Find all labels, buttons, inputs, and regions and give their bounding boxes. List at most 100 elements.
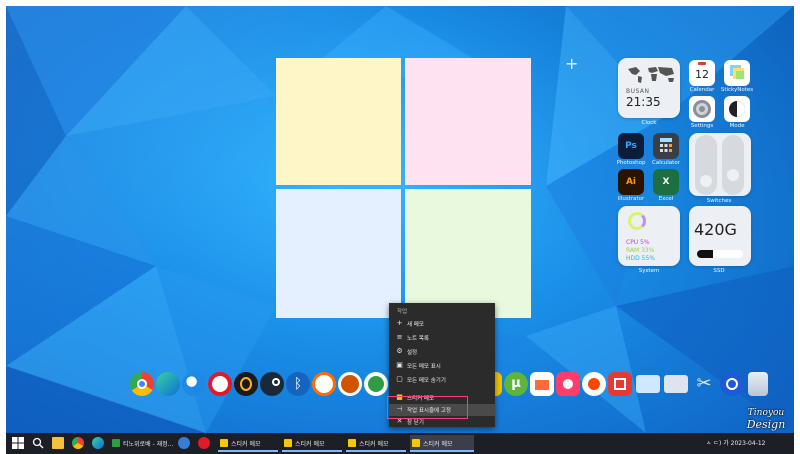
menu-item-label: 노트 목록 [407,336,429,342]
crop-app-icon[interactable] [608,372,632,396]
active-indicator [282,450,342,452]
ssd-usage-bar [697,250,743,258]
menu-item-note-list[interactable]: ≡ 노트 목록 [389,332,495,344]
hdd-usage: HDD 55% [626,255,655,262]
chrome-taskbar-icon[interactable] [72,437,84,449]
taskbar-item-label: 스티커 메모 [231,441,261,448]
whale-icon[interactable] [234,372,258,396]
taskbar-item-sticky-2[interactable]: 스티커 메모 [282,435,342,452]
calculator-icon [660,138,672,152]
search-icon[interactable] [32,437,44,449]
pdf-app-icon[interactable] [338,372,362,396]
brightness-knob[interactable] [727,169,739,181]
menu-header: 작업 [397,309,408,315]
system-widget[interactable]: CPU 5% RAM 33% HDD 55% [618,206,680,266]
gear-icon [693,100,711,118]
tools-app-icon[interactable]: ✂ [692,372,716,396]
clock-time: 21:35 [626,95,661,109]
illustrator-app-icon[interactable]: Ai [618,169,644,195]
switches-widget[interactable] [689,133,751,196]
stickynotes-label: StickyNotes [720,87,754,93]
excel-label: Excel [658,196,674,202]
sticky-icon [220,439,228,447]
swirl-app-icon[interactable] [312,372,336,396]
sticky-note-blue[interactable] [276,189,401,318]
taskbar-item-sticky-4[interactable]: 스티커 메모 [410,435,474,452]
calendar-app-icon[interactable]: 12 [689,60,715,86]
sticky-icon [412,439,420,447]
system-tray[interactable]: ㅅ ㄷ) 가 2023-04-12 [706,438,766,447]
calendar-top-bar [698,62,706,65]
ram-usage: RAM 33% [626,247,655,254]
photoshop-app-icon[interactable]: Ps [618,133,644,159]
edge-taskbar-icon[interactable] [92,437,104,449]
world-map-icon [628,67,674,83]
display-app-icon[interactable] [664,375,688,393]
file-explorer-icon[interactable] [52,437,64,449]
taskbar-item-label: 스티커 메모 [423,441,453,448]
show-icon: ▣ [396,361,403,369]
calculator-app-icon[interactable] [653,133,679,159]
sticky-note-green[interactable] [405,189,531,318]
volume-knob[interactable] [700,175,712,187]
calendar-day: 12 [695,68,709,81]
clock-label: Clock [641,120,657,126]
active-indicator [218,450,278,452]
system-label: System [638,268,660,274]
sticky-icon [348,439,356,447]
ssd-usage-fill [697,250,713,258]
add-widget-icon[interactable]: + [565,54,578,73]
chrome-icon[interactable] [130,372,154,396]
taskbar-item-label: 스티커 메모 [359,441,389,448]
paw-app-icon[interactable] [582,372,606,396]
taskbar-item-browser[interactable]: 티노위로배 - 재정... [110,435,174,452]
edge-icon[interactable] [156,372,180,396]
power-icon[interactable] [720,372,744,396]
mode-label: Mode [729,123,745,129]
app-taskbar-icon-2[interactable] [198,437,210,449]
menu-item-label: 모든 메모 숨기기 [407,378,446,384]
menu-item-new-note[interactable]: + 새 메모 [389,318,495,330]
taskbar-item-sticky-1[interactable]: 스티커 메모 [218,435,278,452]
active-indicator [410,450,474,452]
green-app-icon[interactable] [364,372,388,396]
sticky-icon [284,439,292,447]
edge-blue-icon[interactable] [182,372,206,396]
menu-item-label: 설정 [407,350,418,356]
excel-app-icon[interactable]: X [653,169,679,195]
system-ring-icon [628,212,646,230]
menu-item-show-all[interactable]: ▣ 모든 메모 표시 [389,360,495,372]
stickynotes-app-icon[interactable] [724,60,750,86]
taskbar-item-sticky-3[interactable]: 스티커 메모 [346,435,406,452]
menu-item-label: 새 메모 [407,322,424,328]
cpu-usage: CPU 5% [626,239,650,246]
menu-item-label: 창 닫기 [407,420,424,426]
opera-icon[interactable] [208,372,232,396]
settings-app-icon[interactable] [689,96,715,122]
sticky-note-pink[interactable] [405,58,531,185]
clock-widget[interactable]: BUSAN 21:35 [618,58,680,118]
clock-city: BUSAN [626,88,650,95]
windows-start-icon[interactable] [12,437,24,449]
sticky-note-yellow[interactable] [276,58,401,185]
utorrent-icon[interactable]: µ [504,372,528,396]
volume-switch[interactable] [695,135,717,195]
switches-label: Switches [706,198,732,204]
camera-app-icon[interactable] [556,372,580,396]
list-icon: ≡ [396,333,403,341]
brightness-switch[interactable] [722,135,744,195]
monitor-app-icon[interactable] [636,375,660,393]
gallery-app-icon[interactable] [530,372,554,396]
menu-item-settings[interactable]: ⚙ 설정 [389,346,495,358]
recycle-bin-icon[interactable] [748,372,768,396]
bluetooth-icon[interactable]: ᛒ [286,372,310,396]
menu-item-hide-all[interactable]: ▢ 모든 메모 숨기기 [389,374,495,386]
app-taskbar-icon-1[interactable] [178,437,190,449]
active-indicator [346,450,406,452]
menu-item-label: 모든 메모 표시 [407,364,441,370]
calculator-label: Calculator [652,160,680,166]
watermark-line2: Design [746,418,786,431]
ssd-widget[interactable]: 420G [689,206,751,266]
steam-icon[interactable] [260,372,284,396]
mode-app-icon[interactable] [724,96,750,122]
